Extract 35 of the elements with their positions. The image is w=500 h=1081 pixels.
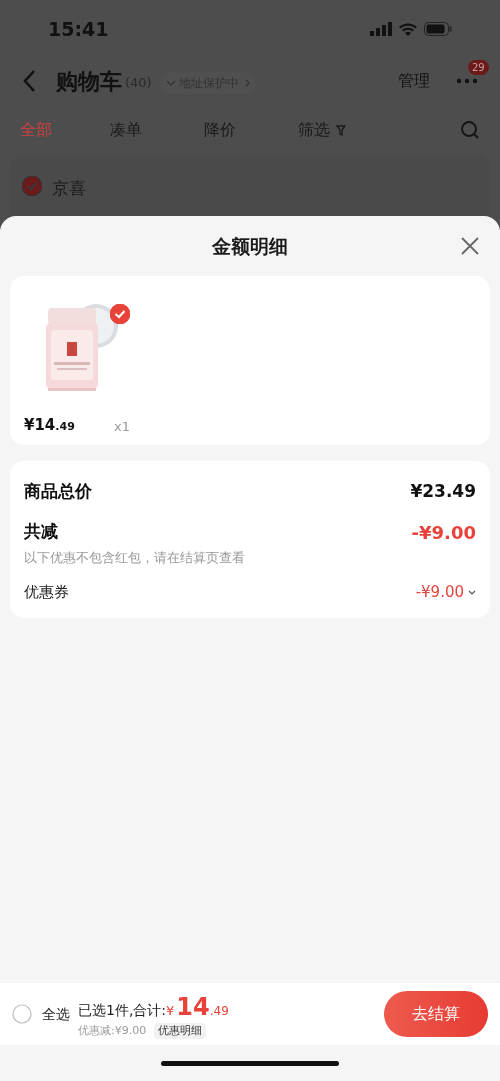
checkbox[interactable] (22, 176, 42, 196)
tab[interactable]: 全部 (20, 118, 52, 142)
chevron-down-icon (165, 79, 176, 86)
discount-detail-button[interactable]: 优惠明细 (154, 1022, 207, 1040)
selected-summary: 已选1件,合计: (78, 1000, 167, 1020)
close-icon[interactable] (460, 236, 480, 256)
quantity: x1 (114, 418, 130, 436)
summary-value: -¥9.00 (411, 520, 476, 545)
more-icon[interactable] (456, 78, 478, 84)
product-price: ¥14.49 (24, 415, 76, 436)
notification-badge: 29 (468, 60, 489, 75)
filter-icon (336, 124, 346, 136)
summary-value: ¥23.49 (410, 480, 476, 503)
discount-amount: 优惠减:¥9.00 (78, 1022, 147, 1039)
summary-label: 共减 (24, 520, 58, 544)
total-price: ¥14.49 (166, 991, 229, 1023)
status-time: 15:41 (48, 16, 109, 42)
battery-icon (424, 22, 452, 36)
summary-value: -¥9.00 (415, 582, 464, 603)
summary-label: 优惠券 (24, 582, 69, 603)
wifi-icon (398, 21, 418, 37)
page-title: 购物车 (56, 67, 122, 96)
summary-label: 商品总价 (24, 480, 92, 503)
summary-note: 以下优惠不包含红包，请在结算页查看 (24, 548, 246, 567)
checkout-button[interactable]: 去结算 (384, 991, 488, 1037)
chevron-right-icon (244, 78, 250, 87)
manage-button[interactable]: 管理 (398, 69, 430, 93)
select-all-checkbox[interactable] (12, 1004, 32, 1024)
checkbox[interactable] (110, 304, 130, 324)
back-icon[interactable] (22, 69, 36, 93)
sheet-title: 金额明细 (212, 233, 288, 259)
select-all-label[interactable]: 全选 (42, 1003, 70, 1025)
search-icon[interactable] (460, 120, 480, 140)
chevron-down-icon[interactable] (468, 589, 476, 595)
signal-icon (370, 22, 392, 36)
